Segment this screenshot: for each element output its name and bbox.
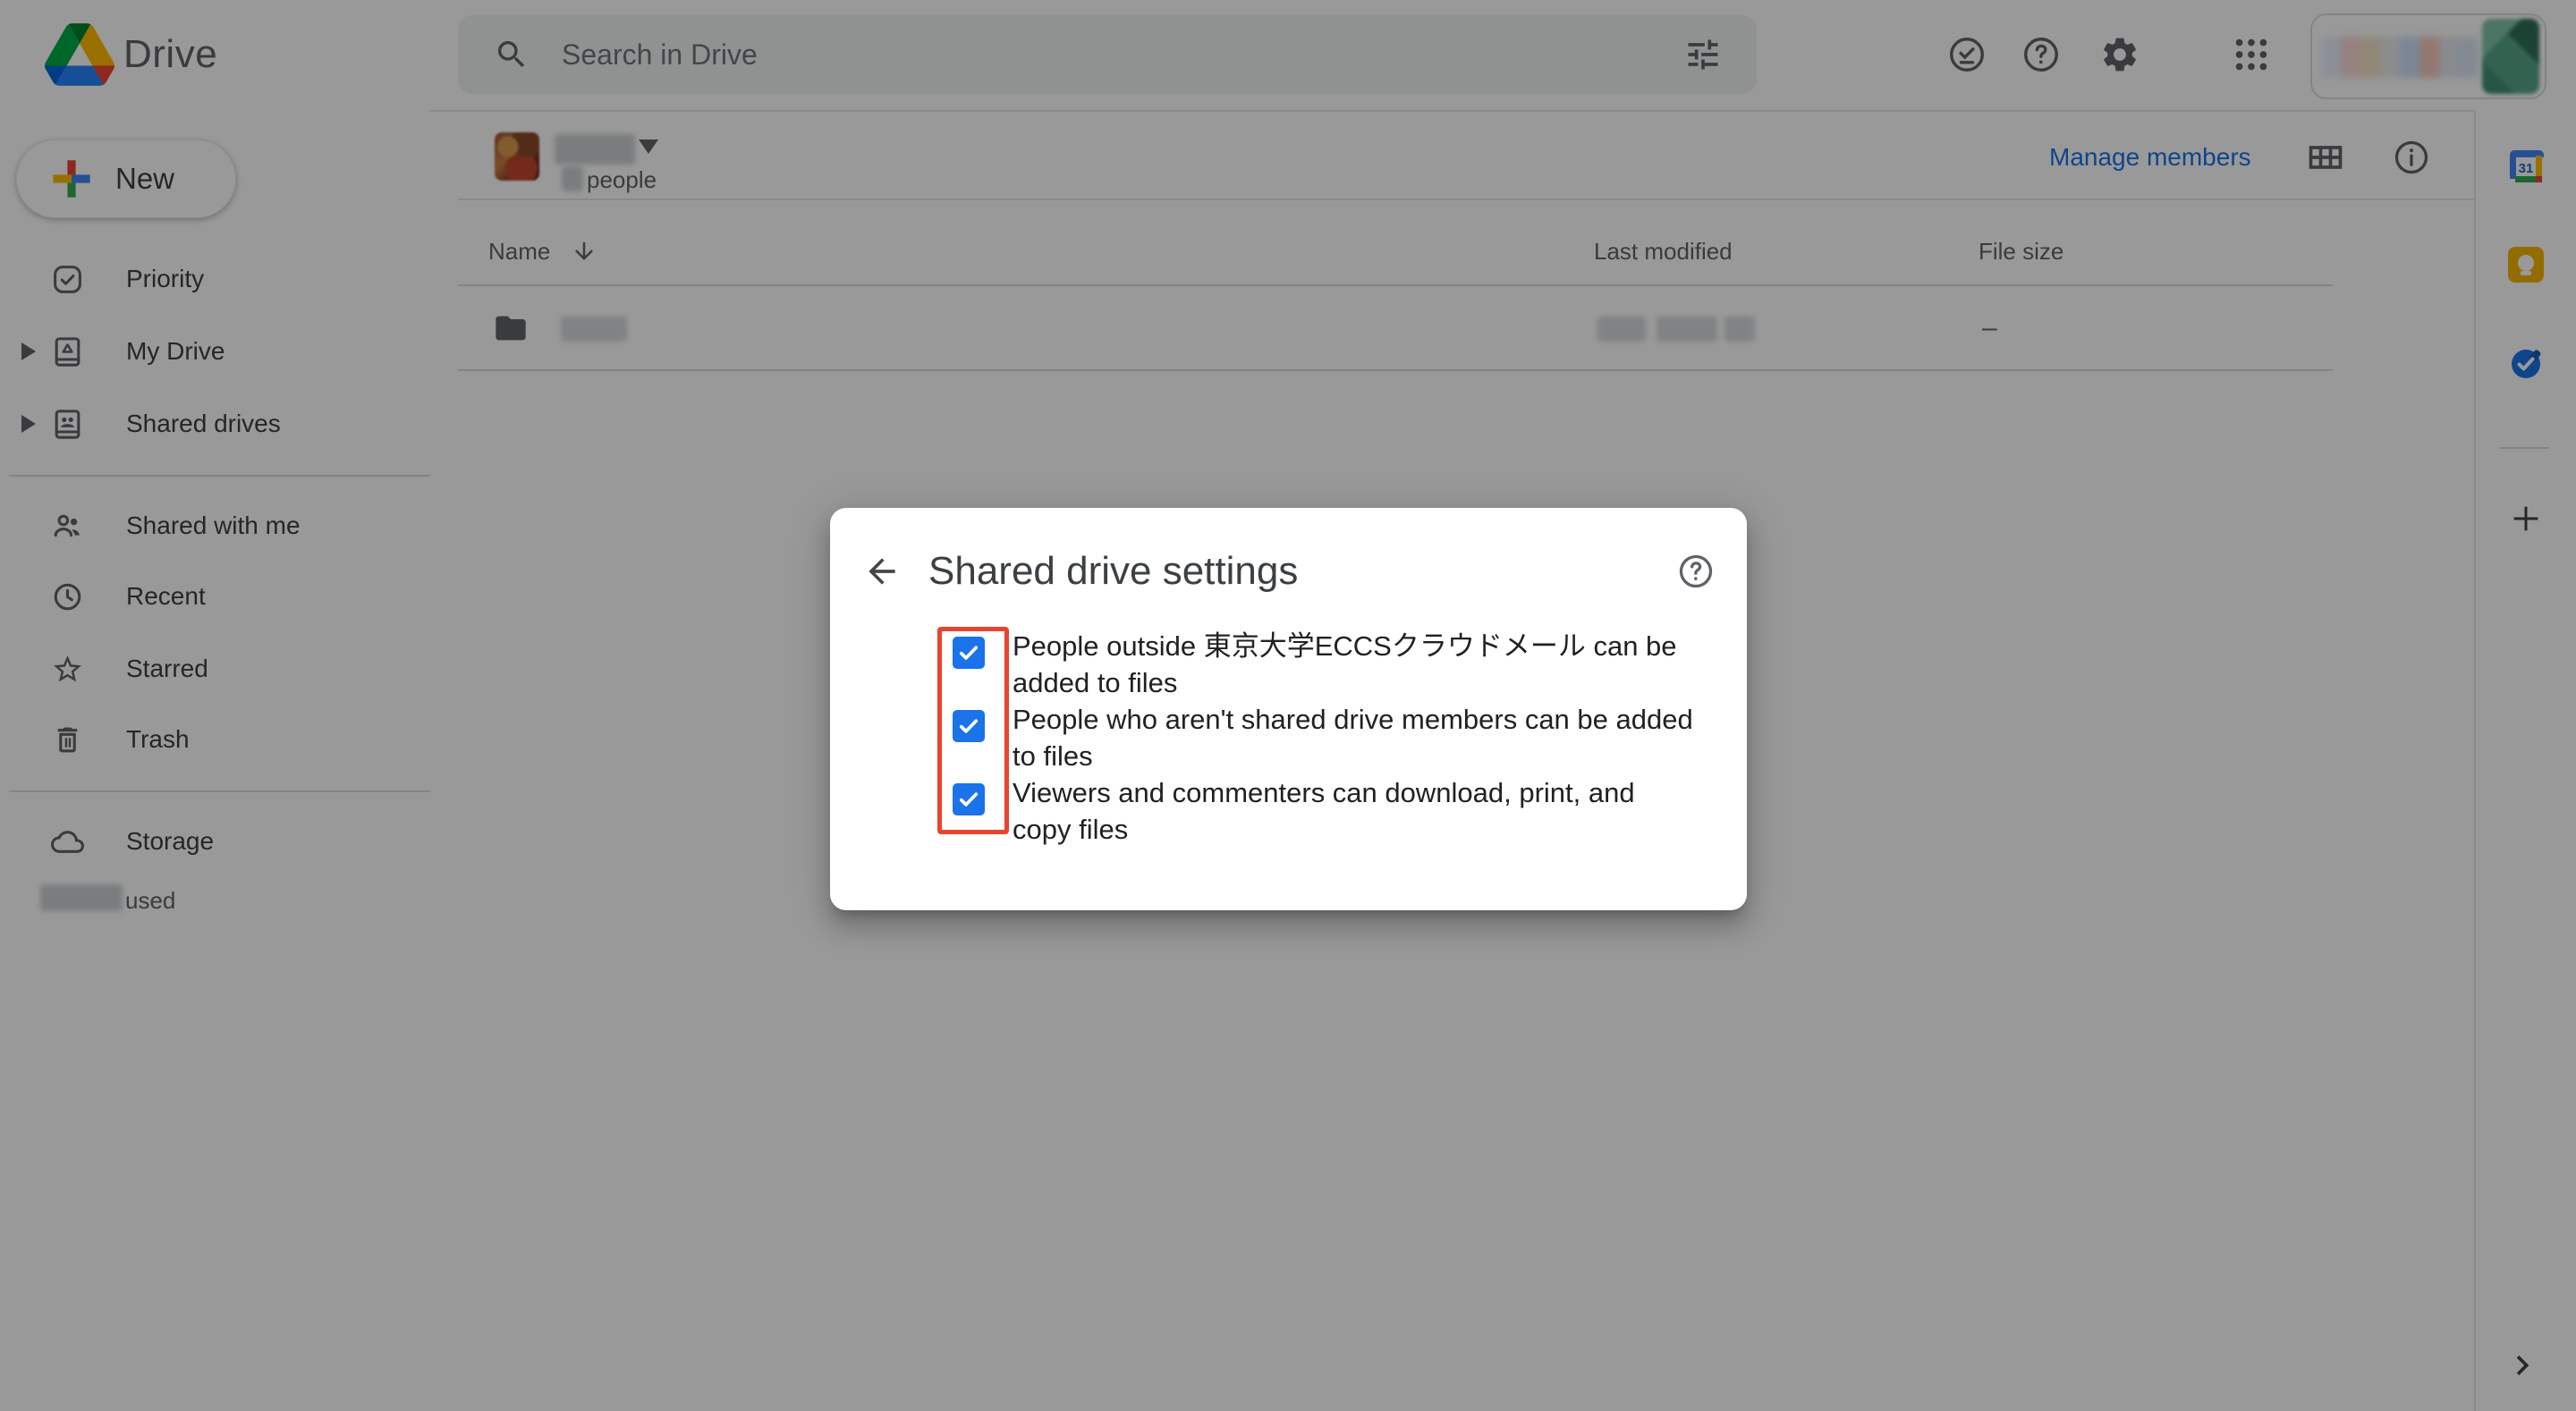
option-label-non-members: People who aren't shared drive members c… — [1013, 701, 1693, 774]
shared-drive-settings-dialog: Shared drive settings People outside 東京大… — [830, 508, 1747, 910]
option-label-outside-org: People outside 東京大学ECCSクラウドメール can be ad… — [1013, 628, 1693, 701]
back-arrow-icon[interactable] — [862, 552, 902, 591]
google-drive-app: Drive Search in Drive — [0, 0, 2576, 1411]
dialog-help-icon[interactable] — [1676, 552, 1716, 591]
option-label-download-print-copy: Viewers and commenters can download, pri… — [1013, 774, 1693, 848]
red-annotation-highlight — [937, 627, 1009, 834]
dialog-title: Shared drive settings — [928, 549, 1298, 594]
dialog-options-list: People outside 東京大学ECCSクラウドメール can be ad… — [1013, 628, 1693, 848]
